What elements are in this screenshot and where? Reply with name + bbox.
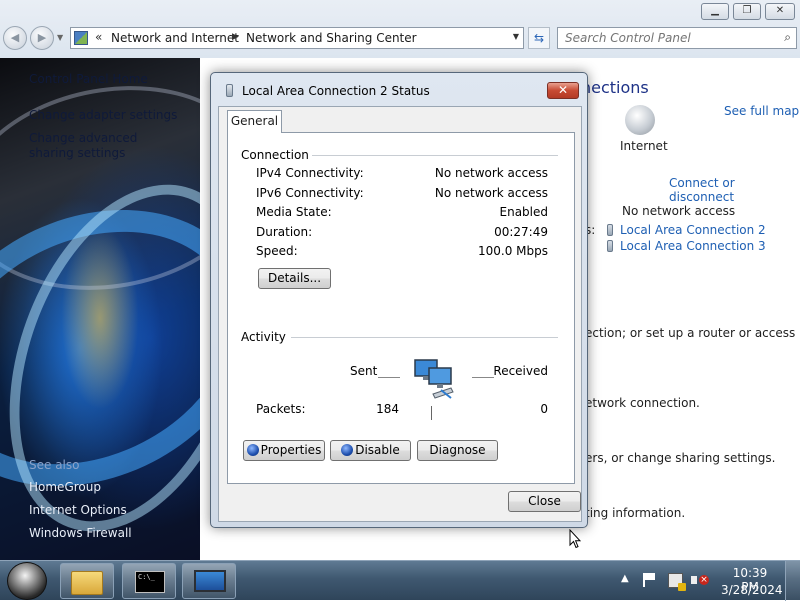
- general-tab-panel: Connection IPv4 Connectivity: No network…: [227, 132, 575, 484]
- media-state-value: Enabled: [499, 205, 549, 219]
- address-bar[interactable]: « Network and Internet ▶ Network and Sha…: [70, 27, 524, 49]
- internet-options-link[interactable]: Internet Options: [29, 503, 127, 517]
- refresh-icon[interactable]: ⇆: [528, 27, 550, 49]
- window-close-button[interactable]: ✕: [765, 3, 795, 20]
- speed-value: 100.0 Mbps: [477, 244, 548, 258]
- volume-muted-icon[interactable]: [691, 573, 709, 587]
- folder-icon: [71, 571, 103, 595]
- troubleshoot-text[interactable]: ting information.: [585, 506, 685, 520]
- homegroup-link[interactable]: HomeGroup: [29, 480, 101, 494]
- homegroup-sharing-text[interactable]: ers, or change sharing settings.: [585, 451, 775, 465]
- change-adapter-settings-link[interactable]: Change adapter settings: [29, 108, 177, 122]
- taskbar: C:\_ ▲ 10:39 PM 3/28/2024: [0, 560, 800, 601]
- network-plug-icon: [226, 84, 233, 97]
- properties-button-label: Properties: [260, 443, 322, 457]
- connection-link-3[interactable]: Local Area Connection 3: [607, 239, 766, 253]
- monitor-icon: [194, 570, 226, 592]
- back-button[interactable]: ◀: [3, 26, 27, 50]
- internet-globe-icon: [625, 105, 655, 135]
- details-button[interactable]: Details...: [258, 268, 331, 289]
- connection-link-label[interactable]: Local Area Connection 3: [620, 239, 766, 253]
- setup-connection-text[interactable]: ection; or set up a router or access: [585, 326, 795, 340]
- mouse-pointer-icon: [569, 529, 581, 549]
- address-dropdown-icon[interactable]: ▼: [513, 32, 519, 41]
- tab-general[interactable]: General: [227, 110, 282, 133]
- ipv6-value: No network access: [434, 186, 548, 200]
- properties-button[interactable]: Properties: [243, 440, 325, 461]
- uac-shield-icon: [246, 444, 259, 456]
- recent-pages-dropdown-icon[interactable]: ▼: [57, 33, 63, 42]
- maximize-button[interactable]: ❐: [733, 3, 761, 20]
- access-type-value: No network access: [622, 204, 736, 218]
- speed-label: Speed:: [256, 244, 298, 258]
- address-overflow-chevron[interactable]: «: [95, 30, 102, 44]
- page-heading: nections: [581, 78, 649, 97]
- taskbar-network-center-button[interactable]: [182, 563, 236, 599]
- search-input[interactable]: [558, 28, 768, 48]
- control-panel-home-link[interactable]: Control Panel Home: [29, 72, 148, 86]
- ipv4-value: No network access: [434, 166, 548, 180]
- packets-label: Packets:: [256, 402, 306, 416]
- dialog-body: General Connection IPv4 Connectivity: No…: [218, 106, 582, 522]
- media-state-label: Media State:: [256, 205, 332, 219]
- close-button[interactable]: Close: [508, 491, 581, 512]
- network-activity-icon: [414, 359, 454, 399]
- connect-or-disconnect-link[interactable]: Connect or disconnect: [669, 176, 800, 204]
- duration-label: Duration:: [256, 225, 313, 239]
- sent-label: Sent: [350, 364, 378, 378]
- clock-date[interactable]: 3/28/2024: [721, 583, 783, 597]
- show-hidden-icons-icon[interactable]: ▲: [621, 573, 629, 584]
- minimize-button[interactable]: ▁: [701, 3, 729, 20]
- duration-value: 00:27:49: [494, 225, 548, 239]
- connection-link-2[interactable]: Local Area Connection 2: [607, 223, 766, 237]
- diagnose-button[interactable]: Diagnose: [417, 440, 498, 461]
- forward-button[interactable]: ▶: [30, 26, 54, 50]
- connection-link-label[interactable]: Local Area Connection 2: [620, 223, 766, 237]
- taskbar-cmd-button[interactable]: C:\_: [122, 563, 176, 599]
- connect-to-network-text[interactable]: etwork connection.: [585, 396, 700, 410]
- uac-shield-icon: [341, 444, 354, 456]
- ipv4-label: IPv4 Connectivity:: [256, 166, 364, 180]
- activity-line: [378, 377, 400, 378]
- action-center-flag-icon[interactable]: [643, 573, 655, 587]
- control-panel-icon: [74, 31, 88, 45]
- show-desktop-button[interactable]: [785, 561, 800, 601]
- breadcrumb-network-and-internet[interactable]: Network and Internet: [111, 31, 239, 45]
- search-box[interactable]: ⌕: [557, 27, 797, 49]
- network-plug-icon: [607, 224, 613, 236]
- activity-divider: [431, 406, 432, 420]
- packets-sent-value: 184: [376, 402, 399, 416]
- group-divider: [291, 337, 558, 338]
- connection-status-dialog: Local Area Connection 2 Status ✕ General…: [210, 72, 588, 528]
- connection-group-label: Connection: [241, 148, 309, 162]
- see-also-heading: See also: [29, 458, 80, 472]
- dialog-close-button[interactable]: ✕: [547, 82, 579, 99]
- network-plug-icon: [607, 240, 613, 252]
- disable-button-label: Disable: [355, 443, 400, 457]
- see-full-map-link[interactable]: See full map: [724, 104, 799, 118]
- taskbar-explorer-button[interactable]: [60, 563, 114, 599]
- network-tray-icon[interactable]: [668, 573, 686, 591]
- change-advanced-sharing-link[interactable]: Change advanced sharing settings: [29, 131, 159, 161]
- breadcrumb-network-sharing-center[interactable]: Network and Sharing Center: [246, 31, 417, 45]
- start-button[interactable]: [7, 562, 47, 600]
- command-prompt-icon: C:\_: [135, 571, 165, 593]
- dialog-title: Local Area Connection 2 Status: [242, 84, 430, 98]
- received-label: Received: [493, 364, 548, 378]
- packets-received-value: 0: [540, 402, 548, 416]
- group-divider: [312, 155, 558, 156]
- activity-group-label: Activity: [241, 330, 286, 344]
- navigation-bar: ▁ ❐ ✕ ◀ ▶ ▼ « Network and Internet ▶ Net…: [0, 0, 800, 58]
- ipv6-label: IPv6 Connectivity:: [256, 186, 364, 200]
- activity-line: [472, 377, 494, 378]
- breadcrumb-arrow-icon[interactable]: ▶: [232, 32, 239, 42]
- left-navigation-pane: Control Panel Home Change adapter settin…: [0, 58, 200, 560]
- disable-button[interactable]: Disable: [330, 440, 411, 461]
- internet-label: Internet: [620, 139, 668, 153]
- search-icon[interactable]: ⌕: [784, 30, 791, 45]
- windows-firewall-link[interactable]: Windows Firewall: [29, 526, 132, 540]
